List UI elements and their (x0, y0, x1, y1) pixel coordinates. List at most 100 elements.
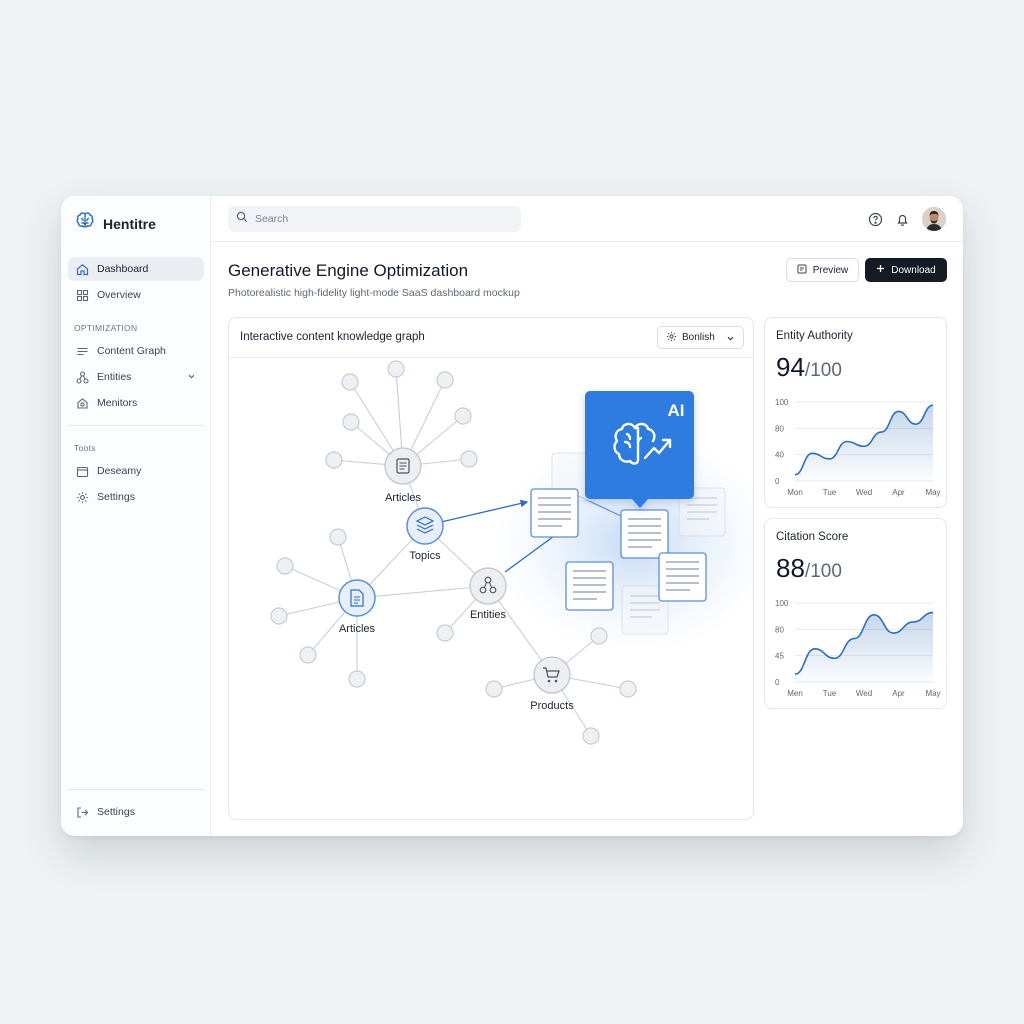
node-label: Topics (409, 550, 441, 562)
graph-filter-select[interactable]: Bonlish (657, 326, 744, 349)
sidebar-item-overview[interactable]: Overview (68, 283, 204, 307)
x-tick-label: Wed (856, 689, 872, 698)
x-tick-label: May (925, 488, 940, 497)
search-icon (236, 210, 248, 228)
home-icon (76, 263, 89, 276)
metric-value: 88/100 (776, 553, 842, 584)
graph-node-topics[interactable]: Topics (406, 507, 444, 562)
node-label: Articles (339, 623, 376, 635)
series-area (795, 405, 933, 481)
x-tick-label: Apr (892, 488, 905, 497)
node-label: Products (530, 700, 574, 712)
metric-title: Entity Authority (776, 330, 853, 342)
divider (68, 425, 204, 426)
brain-logo-icon (74, 210, 96, 237)
y-tick-label: 80 (775, 424, 784, 433)
x-tick-label: Tue (823, 689, 837, 698)
sidebar-item-label: Settings (97, 806, 135, 818)
metric-card-entity-authority: Entity Authority 94/100 100 80 40 0 Mon Tue We… (764, 317, 947, 508)
sidebar-item-label: Settings (97, 491, 135, 503)
section-label-tools: Toots (74, 443, 96, 453)
ai-badge-label: AI (668, 401, 685, 420)
x-tick-label: Apr (892, 689, 905, 698)
help-icon[interactable] (867, 211, 883, 227)
y-tick-label: 80 (775, 625, 784, 634)
sidebar-item-label: Overview (97, 289, 141, 301)
monitor-icon (76, 397, 89, 410)
sidebar-item-label: Deseamy (97, 465, 142, 477)
graph-node-entities[interactable]: Entities (469, 567, 507, 621)
download-label: Download (891, 264, 936, 276)
brand[interactable]: Hentitre (74, 210, 156, 237)
search-input[interactable] (255, 213, 505, 225)
node-label: Entities (470, 609, 507, 621)
y-tick-label: 100 (775, 599, 789, 608)
sidebar-item-label: Menitors (97, 397, 138, 409)
sidebar-item-footer-settings[interactable]: Settings (68, 800, 204, 824)
calendar-icon (76, 465, 89, 478)
sidebar-item-label: Dashboard (97, 263, 149, 275)
graph-node-products[interactable]: Products (530, 656, 574, 712)
plus-icon (876, 264, 885, 276)
page-title: Generative Engine Optimization (228, 261, 469, 280)
chevron-down-icon (187, 372, 196, 384)
metric-value: 94/100 (776, 352, 842, 383)
search-box[interactable] (228, 206, 521, 232)
y-tick-label: 0 (775, 477, 780, 486)
logout-icon (76, 806, 89, 819)
preview-icon (797, 264, 807, 277)
y-tick-label: 100 (775, 398, 789, 407)
metric-title: Citation Score (776, 531, 849, 543)
x-tick-label: Mon (787, 488, 803, 497)
brand-name: Hentitre (103, 215, 156, 232)
lines-icon (76, 345, 89, 358)
avatar[interactable] (922, 207, 946, 231)
sidebar-item-dashboard[interactable]: Dashboard (68, 257, 204, 281)
sidebar-item-settings[interactable]: Settings (68, 485, 204, 509)
graph-card-header: Interactive content knowledge graph Bonl… (229, 318, 753, 358)
chevron-down-icon (726, 334, 735, 346)
metric-max: /100 (804, 561, 842, 582)
y-tick-label: 40 (775, 451, 784, 460)
page-subtitle: Photorealistic high-fidelity light-mode … (228, 287, 520, 299)
entity-authority-chart: 100 80 40 0 Mon Tue Wed Apr May (775, 398, 941, 497)
node-label: Articles (385, 492, 422, 504)
sidebar-item-content-graph[interactable]: Content Graph (68, 339, 204, 363)
metric-card-citation-score: Citation Score 88/100 100 80 45 0 Men Tue Wed A… (764, 518, 947, 709)
knowledge-graph-canvas[interactable]: Articles Topics Articles Entities Produc… (229, 358, 753, 819)
gear-icon (666, 331, 677, 345)
topbar (211, 196, 963, 242)
graph-filter-value: Bonlish (682, 332, 715, 343)
sidebar-item-entities[interactable]: Entities (68, 365, 204, 389)
grid-icon (76, 289, 89, 302)
knowledge-graph-card: Interactive content knowledge graph Bonl… (228, 317, 754, 820)
sidebar-item-deseamy[interactable]: Deseamy (68, 459, 204, 483)
graph-node-articles[interactable]: Articles (384, 447, 422, 504)
nodes-icon (76, 370, 89, 384)
app-window: Hentitre Dashboard Overview OPTIMIZATION… (61, 196, 963, 836)
x-tick-label: Tue (823, 488, 837, 497)
x-tick-label: Wed (856, 488, 872, 497)
x-tick-label: May (925, 689, 940, 698)
bell-icon[interactable] (894, 211, 910, 227)
preview-button[interactable]: Preview (786, 258, 859, 282)
metric-score: 94 (776, 352, 805, 382)
download-button[interactable]: Download (865, 258, 947, 282)
sidebar-item-label: Entities (97, 371, 132, 383)
y-tick-label: 45 (775, 652, 784, 661)
y-tick-label: 0 (775, 678, 780, 687)
sidebar-item-label: Content Graph (97, 345, 166, 357)
metric-max: /100 (804, 360, 842, 381)
divider (68, 789, 204, 790)
metric-score: 88 (776, 553, 805, 583)
citation-score-chart: 100 80 45 0 Men Tue Wed Apr May (775, 599, 941, 698)
section-label-optimization: OPTIMIZATION (74, 323, 138, 333)
preview-label: Preview (812, 264, 849, 276)
series-area (795, 612, 933, 682)
graph-title: Interactive content knowledge graph (240, 331, 425, 343)
gear-icon (76, 491, 89, 504)
x-tick-label: Men (787, 689, 803, 698)
sidebar-item-monitors[interactable]: Menitors (68, 391, 204, 415)
graph-node-articles-secondary[interactable]: Articles (338, 579, 376, 635)
sidebar: Hentitre Dashboard Overview OPTIMIZATION… (61, 196, 211, 836)
